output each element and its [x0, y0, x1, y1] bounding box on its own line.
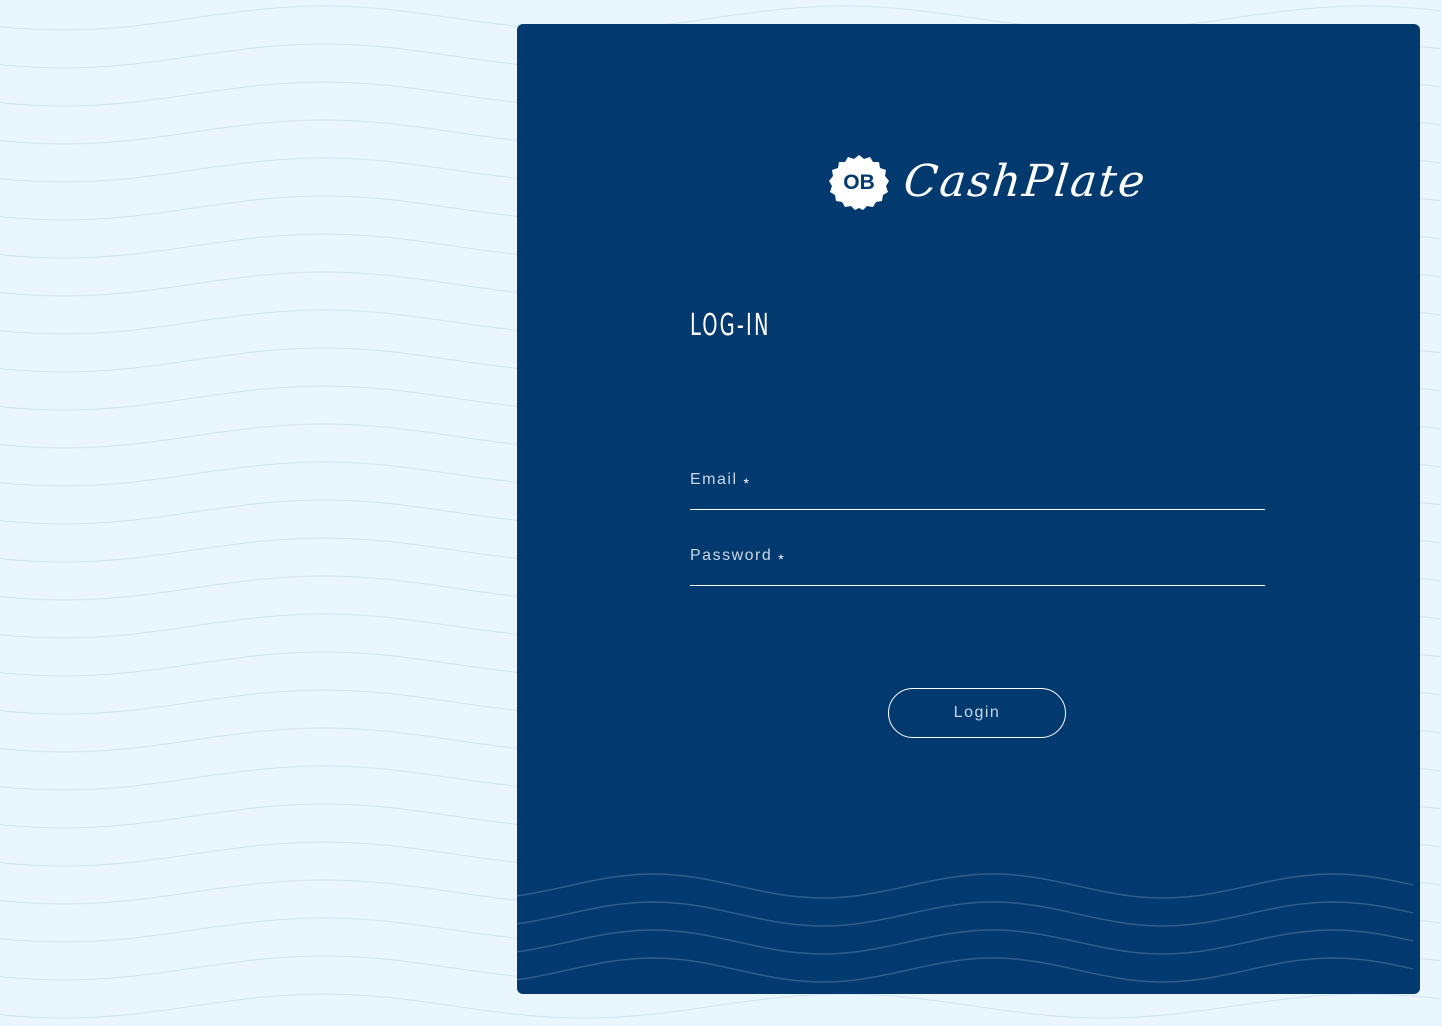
login-heading: LOG-IN: [690, 308, 771, 343]
brand-header: OB CashPlate: [828, 152, 1150, 212]
password-input[interactable]: [690, 559, 1269, 583]
ob-badge-logo: OB: [829, 155, 889, 210]
login-button[interactable]: Login: [888, 688, 1066, 738]
logo-text: OB: [843, 171, 875, 194]
login-card: OB CashPlate LOG-IN Email * Password * Log…: [517, 24, 1420, 994]
card-wave-line: [517, 901, 1414, 927]
background-wave-line: [0, 993, 1441, 1019]
card-wave-decoration: [517, 873, 1414, 983]
email-input[interactable]: [690, 483, 1269, 507]
login-page: OB CashPlate LOG-IN Email * Password * Log…: [0, 0, 1442, 1026]
card-wave-line: [517, 929, 1414, 955]
brand-name: CashPlate: [901, 156, 1150, 207]
card-wave-line: [517, 957, 1414, 983]
password-field[interactable]: Password *: [690, 541, 1269, 586]
email-field[interactable]: Email *: [690, 465, 1269, 510]
card-wave-line: [517, 873, 1414, 899]
